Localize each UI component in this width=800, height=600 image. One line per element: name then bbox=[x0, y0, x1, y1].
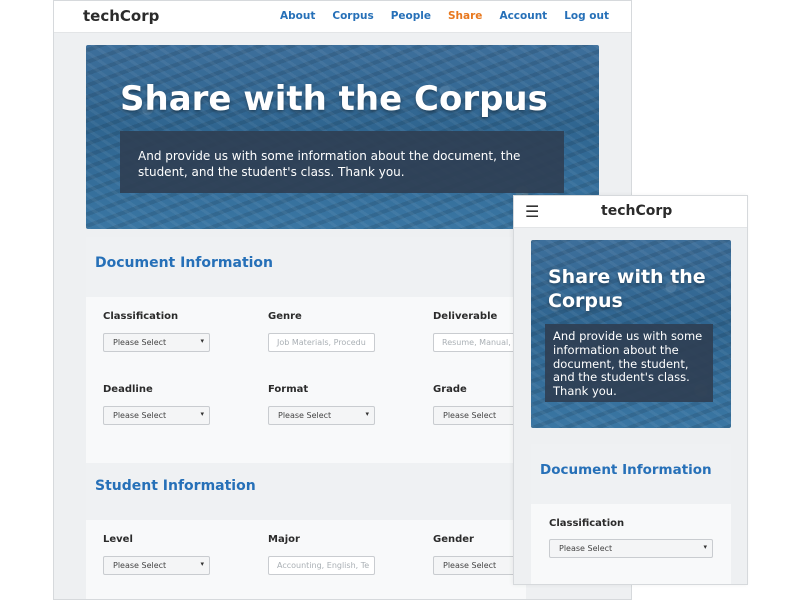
hero-subtitle: And provide us with some information abo… bbox=[120, 131, 564, 193]
mobile-navbar: ☰ techCorp bbox=[514, 196, 747, 228]
nav-logout[interactable]: Log out bbox=[564, 10, 609, 22]
brand-logo[interactable]: techCorp bbox=[83, 7, 159, 25]
nav-about[interactable]: About bbox=[280, 10, 315, 22]
mobile-hero-title: Share with the Corpus bbox=[548, 266, 706, 312]
classification-value: Please Select bbox=[113, 338, 167, 347]
major-input[interactable]: Accounting, English, Te bbox=[268, 556, 375, 575]
mobile-document-section-title: Document Information bbox=[540, 462, 712, 478]
dropdown-arrow-icon: ▾ bbox=[365, 410, 369, 418]
dropdown-arrow-icon: ▾ bbox=[703, 543, 707, 551]
deadline-select[interactable]: Please Select ▾ bbox=[103, 406, 210, 425]
mobile-brand-logo[interactable]: techCorp bbox=[601, 203, 672, 219]
genre-label: Genre bbox=[268, 311, 302, 322]
format-value: Please Select bbox=[278, 411, 332, 420]
mobile-hero-subtitle: And provide us with some information abo… bbox=[545, 324, 713, 402]
hero-title: Share with the Corpus bbox=[120, 79, 548, 119]
gender-select[interactable]: Please Select bbox=[433, 556, 523, 575]
gender-value: Please Select bbox=[443, 561, 497, 570]
format-select[interactable]: Please Select ▾ bbox=[268, 406, 375, 425]
level-label: Level bbox=[103, 534, 133, 545]
top-navbar: techCorp About Corpus People Share Accou… bbox=[54, 1, 631, 33]
mobile-hero-banner: Share with the Corpus And provide us wit… bbox=[531, 240, 731, 428]
mobile-classification-select[interactable]: Please Select ▾ bbox=[549, 539, 713, 558]
nav-share[interactable]: Share bbox=[448, 10, 482, 22]
nav-account[interactable]: Account bbox=[499, 10, 547, 22]
nav-corpus[interactable]: Corpus bbox=[332, 10, 373, 22]
classification-select[interactable]: Please Select ▾ bbox=[103, 333, 210, 352]
grade-label: Grade bbox=[433, 384, 467, 395]
dropdown-arrow-icon: ▾ bbox=[200, 560, 204, 568]
mobile-view: ☰ techCorp Share with the Corpus And pro… bbox=[513, 195, 748, 585]
student-section-title: Student Information bbox=[95, 478, 256, 494]
nav-links: About Corpus People Share Account Log ou… bbox=[280, 10, 609, 22]
dropdown-arrow-icon: ▾ bbox=[200, 337, 204, 345]
hamburger-icon[interactable]: ☰ bbox=[525, 202, 539, 221]
major-label: Major bbox=[268, 534, 300, 545]
deliverable-label: Deliverable bbox=[433, 311, 498, 322]
mobile-classification-label: Classification bbox=[549, 518, 625, 529]
document-section-title: Document Information bbox=[95, 255, 274, 271]
gender-label: Gender bbox=[433, 534, 474, 545]
deliverable-input[interactable]: Resume, Manual, F bbox=[433, 333, 523, 352]
level-select[interactable]: Please Select ▾ bbox=[103, 556, 210, 575]
genre-input[interactable]: Job Materials, Procedu bbox=[268, 333, 375, 352]
dropdown-arrow-icon: ▾ bbox=[200, 410, 204, 418]
grade-value: Please Select bbox=[443, 411, 497, 420]
level-value: Please Select bbox=[113, 561, 167, 570]
format-label: Format bbox=[268, 384, 309, 395]
grade-select[interactable]: Please Select bbox=[433, 406, 523, 425]
deadline-value: Please Select bbox=[113, 411, 167, 420]
deadline-label: Deadline bbox=[103, 384, 153, 395]
classification-label: Classification bbox=[103, 311, 179, 322]
nav-people[interactable]: People bbox=[391, 10, 431, 22]
mobile-classification-value: Please Select bbox=[559, 544, 613, 553]
